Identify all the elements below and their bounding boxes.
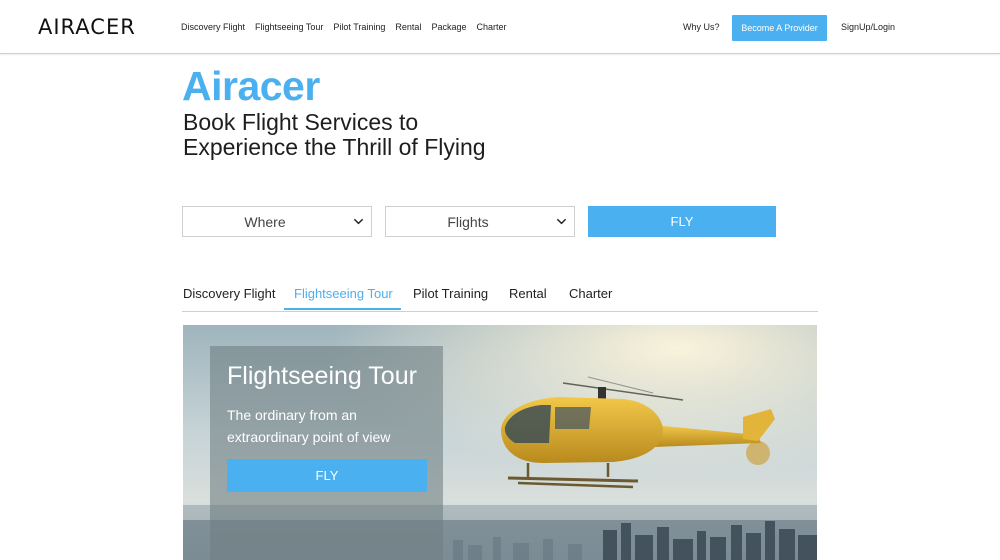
tagline-line-1: Book Flight Services to [183, 109, 419, 135]
tab-pilot-training[interactable]: Pilot Training [413, 286, 488, 311]
nav-charter[interactable]: Charter [476, 22, 506, 32]
banner-card: Flightseeing Tour The ordinary from an e… [210, 346, 443, 560]
nav-flightseeing-tour[interactable]: Flightseeing Tour [255, 22, 323, 32]
nav-discovery-flight[interactable]: Discovery Flight [181, 22, 245, 32]
nav-package[interactable]: Package [431, 22, 466, 32]
nav-pilot-training[interactable]: Pilot Training [333, 22, 385, 32]
account-nav: Why Us? Become A Provider SignUp/Login [670, 15, 1000, 41]
logo[interactable]: AIRACER [38, 15, 136, 39]
main-nav: Discovery Flight Flightseeing Tour Pilot… [181, 22, 516, 32]
become-provider-button[interactable]: Become A Provider [732, 15, 827, 41]
flightseeing-banner: Flightseeing Tour The ordinary from an e… [183, 325, 817, 560]
where-select[interactable]: Where [182, 206, 372, 237]
where-select-value: Where [244, 214, 286, 230]
brand-title: Airacer [182, 63, 320, 109]
chevron-down-icon [353, 218, 364, 225]
flights-select-value: Flights [447, 214, 489, 230]
banner-subtitle: The ordinary from an extraordinary point… [227, 407, 391, 445]
tab-charter[interactable]: Charter [569, 286, 612, 311]
service-tabs: Discovery Flight Flightseeing Tour Pilot… [182, 286, 818, 312]
hero-tagline: Book Flight Services to Experience the T… [183, 110, 583, 160]
flights-select[interactable]: Flights [385, 206, 575, 237]
top-navigation-bar: AIRACER Discovery Flight Flightseeing To… [0, 0, 1000, 54]
banner-fly-button[interactable]: FLY [227, 459, 427, 492]
nav-rental[interactable]: Rental [395, 22, 421, 32]
chevron-down-icon [556, 218, 567, 225]
fly-search-button[interactable]: FLY [588, 206, 776, 237]
why-us-link[interactable]: Why Us? [683, 22, 720, 32]
tab-discovery-flight[interactable]: Discovery Flight [183, 286, 275, 311]
banner-title: Flightseeing Tour [227, 362, 417, 390]
tab-rental[interactable]: Rental [509, 286, 547, 311]
tagline-line-2: Experience the Thrill of Flying [183, 134, 486, 160]
signup-login-link[interactable]: SignUp/Login [841, 22, 895, 32]
active-tab-indicator [284, 308, 401, 310]
